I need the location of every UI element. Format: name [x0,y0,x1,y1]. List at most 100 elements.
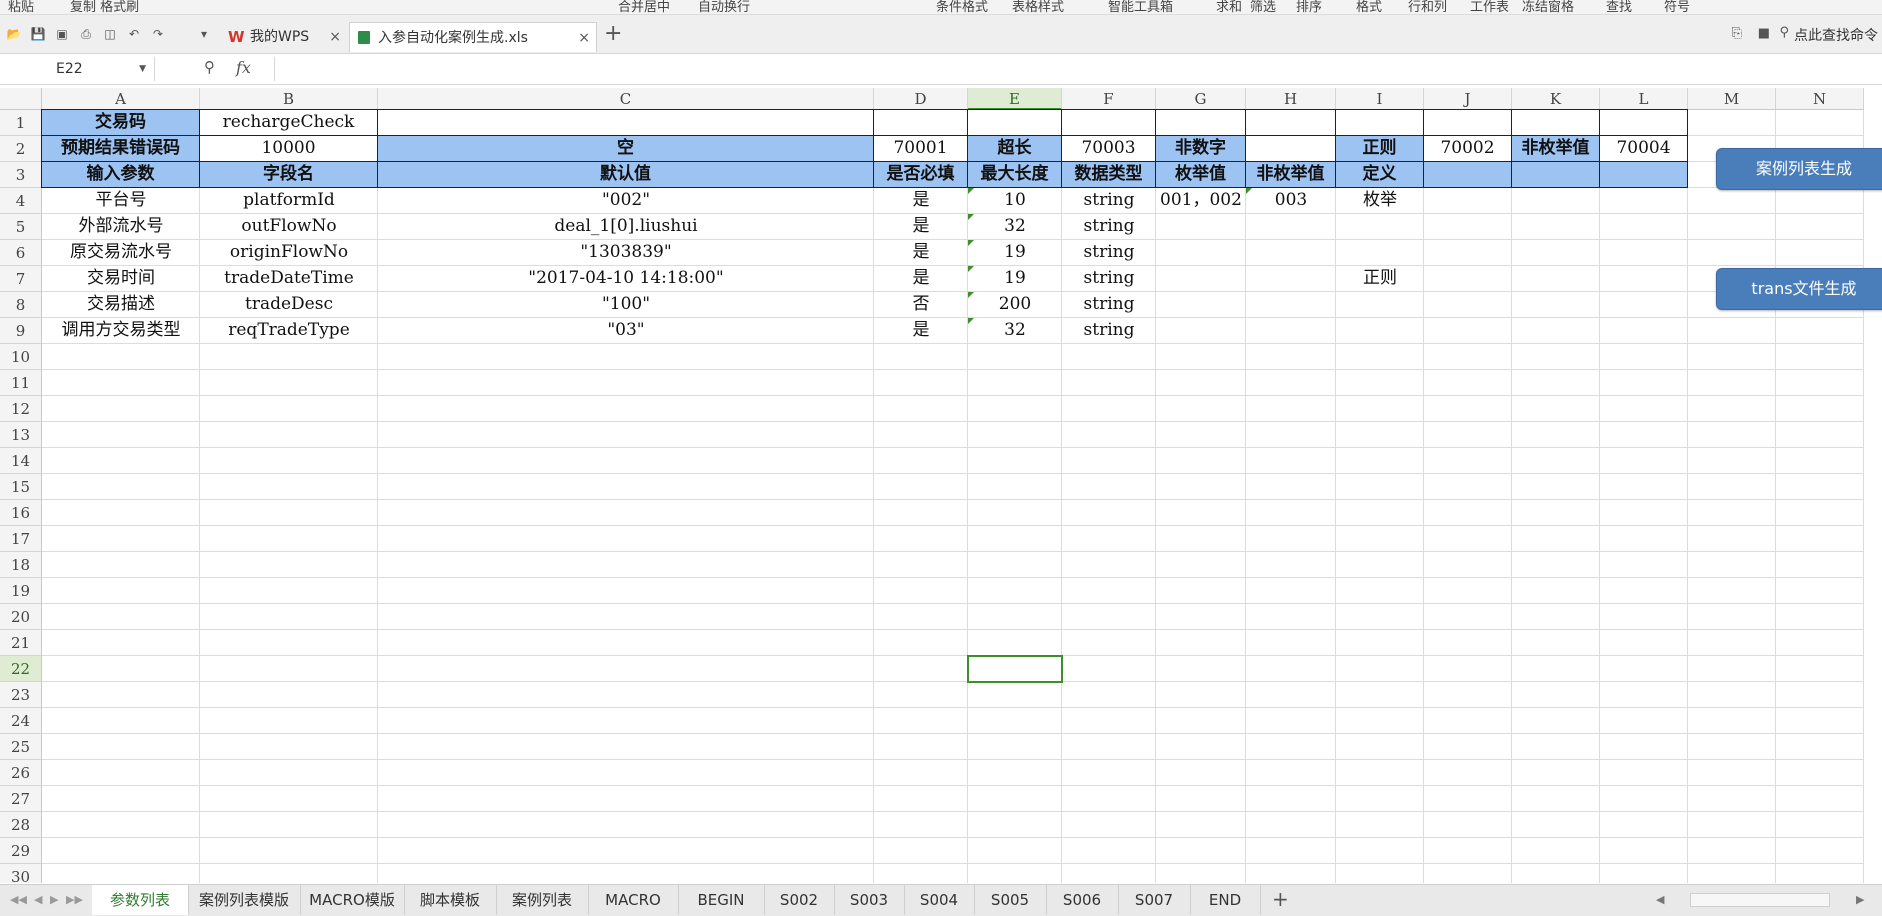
column-header-a[interactable]: A [42,88,200,110]
cell-e6[interactable]: 19 [968,240,1062,266]
ribbon-fragment[interactable]: 复制 格式刷 [70,0,139,15]
generate-case-list-button[interactable]: 案例列表生成 [1716,148,1882,190]
ribbon-fragment[interactable]: 查找 [1606,0,1632,15]
cell-f5[interactable]: string [1062,214,1156,240]
cell-b1[interactable]: rechargeCheck [199,109,378,136]
sheet-tab-8[interactable]: S003 [834,885,905,915]
undo-icon[interactable]: ↶ [126,27,142,41]
sheet-tab-7[interactable]: S002 [764,885,835,915]
tab-my-wps[interactable]: W 我的WPS × [222,22,347,52]
row-header-29[interactable]: 29 [0,838,42,864]
chevron-down-icon[interactable]: ▼ [139,57,146,81]
save-icon[interactable]: 💾 [30,27,46,41]
row-header-21[interactable]: 21 [0,630,42,656]
cell-c4[interactable]: "002" [378,188,874,214]
row-header-4[interactable]: 4 [0,188,42,214]
ribbon-fragment[interactable]: 排序 [1296,0,1322,15]
row-header-1[interactable]: 1 [0,110,42,136]
row-header-7[interactable]: 7 [0,266,42,292]
ribbon-fragment[interactable]: 行和列 [1408,0,1447,15]
sheet-tab-1[interactable]: 案例列表模版 [188,885,301,915]
open-folder-icon[interactable]: 📂 [6,27,22,41]
column-header-c[interactable]: C [378,88,874,110]
ribbon-fragment[interactable]: 条件格式 [936,0,988,15]
cell-e4[interactable]: 10 [968,188,1062,214]
next-sheet-icon[interactable]: ▶ [50,893,58,906]
row-header-6[interactable]: 6 [0,240,42,266]
cell-e8[interactable]: 200 [968,292,1062,318]
generate-trans-file-button[interactable]: trans文件生成 [1716,268,1882,310]
cell-j2[interactable]: 70002 [1423,135,1512,162]
cell-h3[interactable]: 非枚举值 [1245,161,1336,188]
cell-k2[interactable]: 非枚举值 [1511,135,1600,162]
cell-c2[interactable]: 空 [377,135,874,162]
cell-d8[interactable]: 否 [874,292,968,318]
cell-c8[interactable]: "100" [378,292,874,318]
row-header-20[interactable]: 20 [0,604,42,630]
ribbon-fragment[interactable]: 表格样式 [1012,0,1064,15]
print-icon[interactable]: ⎙ [78,27,94,41]
cell-f2[interactable]: 70003 [1061,135,1156,162]
row-header-15[interactable]: 15 [0,474,42,500]
ribbon-fragment[interactable]: 智能工具箱 [1108,0,1173,15]
column-header-d[interactable]: D [874,88,968,110]
cell-d3[interactable]: 是否必填 [873,161,968,188]
row-header-5[interactable]: 5 [0,214,42,240]
sheet-tab-5[interactable]: MACRO [588,885,679,915]
scroll-left-icon[interactable]: ◀ [1656,893,1664,906]
close-icon[interactable]: × [578,23,590,53]
scroll-right-icon[interactable]: ▶ [1856,893,1864,906]
column-header-g[interactable]: G [1156,88,1246,110]
cell-f3[interactable]: 数据类型 [1061,161,1156,188]
column-header-m[interactable]: M [1688,88,1776,110]
column-header-j[interactable]: J [1424,88,1512,110]
search-icon[interactable]: ⚲ [1779,25,1789,40]
sheet-tab-11[interactable]: S006 [1046,885,1119,915]
cell-b3[interactable]: 字段名 [199,161,378,188]
column-header-b[interactable]: B [200,88,378,110]
cell-a9[interactable]: 调用方交易类型 [42,318,200,344]
cell-a5[interactable]: 外部流水号 [42,214,200,240]
cell-e9[interactable]: 32 [968,318,1062,344]
cell-f8[interactable]: string [1062,292,1156,318]
column-header-n[interactable]: N [1776,88,1864,110]
cell-l2[interactable]: 70004 [1599,135,1688,162]
sheet-tab-4[interactable]: 案例列表 [496,885,589,915]
sheet-tab-12[interactable]: S007 [1118,885,1191,915]
ribbon-fragment[interactable]: 筛选 [1250,0,1276,15]
sheet-tab-13[interactable]: END [1190,885,1261,915]
row-header-11[interactable]: 11 [0,370,42,396]
cell-g3[interactable]: 枚举值 [1155,161,1246,188]
new-tab-button[interactable]: + [604,21,622,46]
cell-f4[interactable]: string [1062,188,1156,214]
cell-b7[interactable]: tradeDateTime [200,266,378,292]
cell-a6[interactable]: 原交易流水号 [42,240,200,266]
ribbon-fragment[interactable]: 格式 [1356,0,1382,15]
row-header-2[interactable]: 2 [0,136,42,162]
cell-d5[interactable]: 是 [874,214,968,240]
cell-g4[interactable]: 001，002 [1156,188,1246,214]
cell-i3[interactable]: 定义 [1335,161,1424,188]
cell-d6[interactable]: 是 [874,240,968,266]
ribbon-fragment[interactable]: 冻结窗格 [1522,0,1574,15]
column-header-f[interactable]: F [1062,88,1156,110]
cell-a1[interactable]: 交易码 [41,109,200,136]
cell-b6[interactable]: originFlowNo [200,240,378,266]
row-header-22[interactable]: 22 [0,656,42,682]
row-header-25[interactable]: 25 [0,734,42,760]
ribbon-fragment[interactable]: 自动换行 [698,0,750,15]
cell-c6[interactable]: "1303839" [378,240,874,266]
spreadsheet-grid[interactable]: A B C D E F G H I J K L M N 1 2 3 4 5 6 7 8 9 10 11 12 13 14 15 16 17 1… [0,88,1882,883]
print-preview-icon[interactable]: ◫ [102,27,118,41]
cell-k3[interactable] [1511,161,1600,188]
cell-h2[interactable] [1245,135,1336,162]
sheet-tab-0[interactable]: 参数列表 [92,885,189,915]
ribbon-fragment[interactable]: 求和 [1216,0,1242,15]
cell-j3[interactable] [1423,161,1512,188]
cell-b9[interactable]: reqTradeType [200,318,378,344]
fx-icon[interactable]: fx [236,58,251,77]
column-header-i[interactable]: I [1336,88,1424,110]
name-box[interactable]: E22 ▼ [0,57,155,81]
row-header-13[interactable]: 13 [0,422,42,448]
cell-g2[interactable]: 非数字 [1155,135,1246,162]
